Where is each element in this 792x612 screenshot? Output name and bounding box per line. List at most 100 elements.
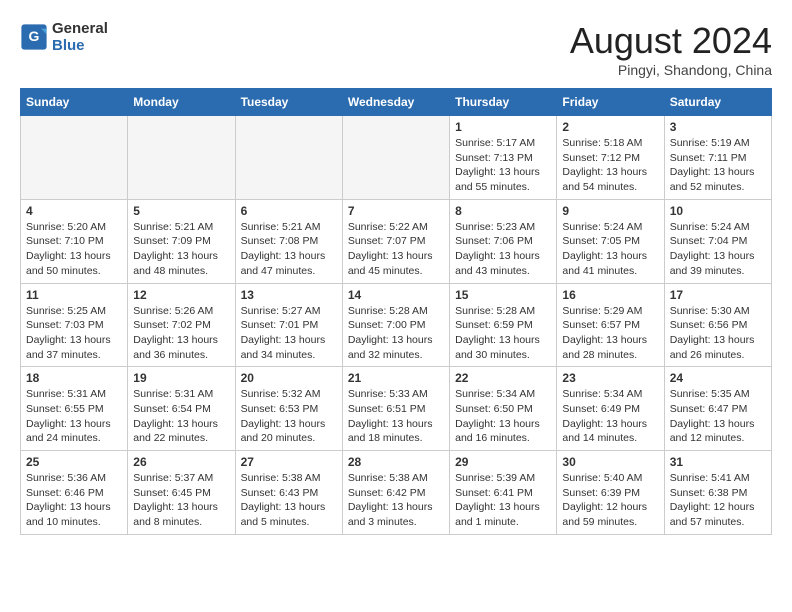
logo-text: General Blue (52, 20, 108, 54)
day-cell: 5 Sunrise: 5:21 AM Sunset: 7:09 PM Daylig… (128, 199, 235, 283)
day-number: 30 (562, 455, 658, 469)
day-info: Sunrise: 5:17 AM Sunset: 7:13 PM Dayligh… (455, 136, 551, 195)
day-cell: 19 Sunrise: 5:31 AM Sunset: 6:54 PM Dayli… (128, 367, 235, 451)
day-number: 6 (241, 204, 337, 218)
month-title: August 2024 (570, 20, 772, 62)
day-info: Sunrise: 5:35 AM Sunset: 6:47 PM Dayligh… (670, 387, 766, 446)
day-cell: 28Sunrise: 5:38 AM Sunset: 6:42 PM Dayli… (342, 451, 449, 535)
day-number: 31 (670, 455, 766, 469)
day-cell: 20 Sunrise: 5:32 AM Sunset: 6:53 PM Dayli… (235, 367, 342, 451)
day-number: 25 (26, 455, 122, 469)
day-number: 18 (26, 371, 122, 385)
day-number: 10 (670, 204, 766, 218)
day-info: Sunrise: 5:23 AM Sunset: 7:06 PM Dayligh… (455, 220, 551, 279)
day-cell: 15 Sunrise: 5:28 AM Sunset: 6:59 PM Dayli… (450, 283, 557, 367)
svg-text:G: G (29, 28, 40, 44)
day-number: 28 (348, 455, 444, 469)
day-cell: 31Sunrise: 5:41 AM Sunset: 6:38 PM Dayli… (664, 451, 771, 535)
col-header-friday: Friday (557, 89, 664, 116)
day-info: Sunrise: 5:34 AM Sunset: 6:49 PM Dayligh… (562, 387, 658, 446)
day-number: 19 (133, 371, 229, 385)
day-number: 8 (455, 204, 551, 218)
col-header-saturday: Saturday (664, 89, 771, 116)
col-header-tuesday: Tuesday (235, 89, 342, 116)
day-cell: 9 Sunrise: 5:24 AM Sunset: 7:05 PM Daylig… (557, 199, 664, 283)
day-number: 15 (455, 288, 551, 302)
week-row-4: 18Sunrise: 5:31 AM Sunset: 6:55 PM Dayli… (21, 367, 772, 451)
day-number: 9 (562, 204, 658, 218)
day-info: Sunrise: 5:19 AM Sunset: 7:11 PM Dayligh… (670, 136, 766, 195)
col-header-thursday: Thursday (450, 89, 557, 116)
calendar-table: SundayMondayTuesdayWednesdayThursdayFrid… (20, 88, 772, 535)
day-number: 26 (133, 455, 229, 469)
day-cell: 25 Sunrise: 5:36 AM Sunset: 6:46 PM Dayli… (21, 451, 128, 535)
day-info: Sunrise: 5:24 AM Sunset: 7:04 PM Dayligh… (670, 220, 766, 279)
week-row-3: 11 Sunrise: 5:25 AM Sunset: 7:03 PM Dayli… (21, 283, 772, 367)
day-cell: 18Sunrise: 5:31 AM Sunset: 6:55 PM Dayli… (21, 367, 128, 451)
day-info: Sunrise: 5:36 AM Sunset: 6:46 PM Dayligh… (26, 471, 122, 530)
day-cell: 10 Sunrise: 5:24 AM Sunset: 7:04 PM Dayli… (664, 199, 771, 283)
day-number: 4 (26, 204, 122, 218)
day-cell: 14 Sunrise: 5:28 AM Sunset: 7:00 PM Dayli… (342, 283, 449, 367)
day-info: Sunrise: 5:25 AM Sunset: 7:03 PM Dayligh… (26, 304, 122, 363)
day-cell: 22 Sunrise: 5:34 AM Sunset: 6:50 PM Dayli… (450, 367, 557, 451)
day-info: Sunrise: 5:33 AM Sunset: 6:51 PM Dayligh… (348, 387, 444, 446)
day-cell: 2 Sunrise: 5:18 AM Sunset: 7:12 PM Daylig… (557, 116, 664, 200)
day-info: Sunrise: 5:18 AM Sunset: 7:12 PM Dayligh… (562, 136, 658, 195)
day-cell: 30Sunrise: 5:40 AM Sunset: 6:39 PM Dayli… (557, 451, 664, 535)
day-number: 11 (26, 288, 122, 302)
day-cell: 27Sunrise: 5:38 AM Sunset: 6:43 PM Dayli… (235, 451, 342, 535)
day-number: 13 (241, 288, 337, 302)
day-cell: 29 Sunrise: 5:39 AM Sunset: 6:41 PM Dayli… (450, 451, 557, 535)
day-info: Sunrise: 5:34 AM Sunset: 6:50 PM Dayligh… (455, 387, 551, 446)
day-number: 7 (348, 204, 444, 218)
day-info: Sunrise: 5:22 AM Sunset: 7:07 PM Dayligh… (348, 220, 444, 279)
day-info: Sunrise: 5:29 AM Sunset: 6:57 PM Dayligh… (562, 304, 658, 363)
day-cell: 17Sunrise: 5:30 AM Sunset: 6:56 PM Dayli… (664, 283, 771, 367)
day-cell: 12Sunrise: 5:26 AM Sunset: 7:02 PM Dayli… (128, 283, 235, 367)
day-cell: 6Sunrise: 5:21 AM Sunset: 7:08 PM Daylig… (235, 199, 342, 283)
day-cell: 11 Sunrise: 5:25 AM Sunset: 7:03 PM Dayli… (21, 283, 128, 367)
day-info: Sunrise: 5:28 AM Sunset: 6:59 PM Dayligh… (455, 304, 551, 363)
day-number: 2 (562, 120, 658, 134)
day-number: 3 (670, 120, 766, 134)
day-cell (235, 116, 342, 200)
col-header-wednesday: Wednesday (342, 89, 449, 116)
day-cell: 21Sunrise: 5:33 AM Sunset: 6:51 PM Dayli… (342, 367, 449, 451)
day-info: Sunrise: 5:21 AM Sunset: 7:09 PM Dayligh… (133, 220, 229, 279)
day-number: 14 (348, 288, 444, 302)
day-cell: 3 Sunrise: 5:19 AM Sunset: 7:11 PM Daylig… (664, 116, 771, 200)
day-cell: 1 Sunrise: 5:17 AM Sunset: 7:13 PM Daylig… (450, 116, 557, 200)
day-cell (21, 116, 128, 200)
day-info: Sunrise: 5:26 AM Sunset: 7:02 PM Dayligh… (133, 304, 229, 363)
day-cell: 8 Sunrise: 5:23 AM Sunset: 7:06 PM Daylig… (450, 199, 557, 283)
day-number: 5 (133, 204, 229, 218)
day-number: 20 (241, 371, 337, 385)
day-info: Sunrise: 5:32 AM Sunset: 6:53 PM Dayligh… (241, 387, 337, 446)
day-number: 23 (562, 371, 658, 385)
day-number: 24 (670, 371, 766, 385)
day-number: 1 (455, 120, 551, 134)
location: Pingyi, Shandong, China (570, 62, 772, 78)
week-row-1: 1 Sunrise: 5:17 AM Sunset: 7:13 PM Daylig… (21, 116, 772, 200)
day-cell: 23 Sunrise: 5:34 AM Sunset: 6:49 PM Dayli… (557, 367, 664, 451)
day-number: 29 (455, 455, 551, 469)
day-number: 27 (241, 455, 337, 469)
day-cell: 4Sunrise: 5:20 AM Sunset: 7:10 PM Daylig… (21, 199, 128, 283)
logo: G General Blue (20, 20, 108, 54)
day-cell: 13Sunrise: 5:27 AM Sunset: 7:01 PM Dayli… (235, 283, 342, 367)
day-cell: 16 Sunrise: 5:29 AM Sunset: 6:57 PM Dayli… (557, 283, 664, 367)
day-info: Sunrise: 5:28 AM Sunset: 7:00 PM Dayligh… (348, 304, 444, 363)
week-row-5: 25 Sunrise: 5:36 AM Sunset: 6:46 PM Dayli… (21, 451, 772, 535)
day-info: Sunrise: 5:24 AM Sunset: 7:05 PM Dayligh… (562, 220, 658, 279)
logo-icon: G (20, 23, 48, 51)
week-row-2: 4Sunrise: 5:20 AM Sunset: 7:10 PM Daylig… (21, 199, 772, 283)
day-number: 22 (455, 371, 551, 385)
title-area: August 2024 Pingyi, Shandong, China (570, 20, 772, 78)
day-cell: 24 Sunrise: 5:35 AM Sunset: 6:47 PM Dayli… (664, 367, 771, 451)
day-number: 16 (562, 288, 658, 302)
col-header-monday: Monday (128, 89, 235, 116)
day-info: Sunrise: 5:31 AM Sunset: 6:54 PM Dayligh… (133, 387, 229, 446)
day-info: Sunrise: 5:39 AM Sunset: 6:41 PM Dayligh… (455, 471, 551, 530)
day-info: Sunrise: 5:37 AM Sunset: 6:45 PM Dayligh… (133, 471, 229, 530)
